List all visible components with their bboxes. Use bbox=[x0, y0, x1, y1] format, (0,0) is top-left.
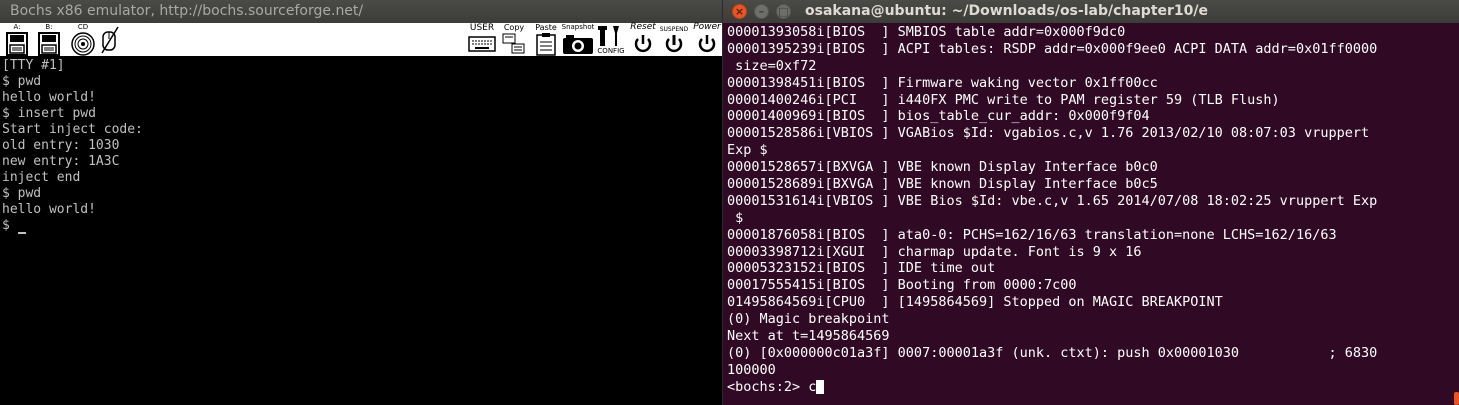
mouse-icon bbox=[101, 26, 119, 54]
cdrom-button[interactable]: CD bbox=[68, 23, 98, 56]
terminal-cursor bbox=[816, 379, 825, 394]
power-button[interactable]: Power bbox=[692, 23, 722, 56]
paste-label: Paste bbox=[535, 23, 557, 32]
maximize-button[interactable]: □ bbox=[776, 4, 791, 19]
bochs-window: Bochs x86 emulator, http://bochs.sourcef… bbox=[0, 0, 722, 405]
terminal-line: 100000 bbox=[727, 361, 776, 378]
floppy-b-button[interactable]: B: bbox=[36, 23, 62, 56]
tty-line: hello world! bbox=[2, 202, 96, 217]
floppy-b-label: B: bbox=[45, 23, 53, 31]
tty-line: $ bbox=[2, 218, 143, 234]
maximize-icon: □ bbox=[778, 5, 789, 18]
terminal-log: 00001393058i[BIOS ] SMBIOS table addr=0x… bbox=[727, 24, 1459, 379]
floppy-a-button[interactable]: A: bbox=[4, 23, 30, 56]
floppy-a-label: A: bbox=[13, 23, 21, 31]
tty-console[interactable]: [TTY #1] $ pwd hello world! $ insert pwd Sta… bbox=[2, 58, 143, 234]
terminal-line: 00001528657i[BXVGA ] VBE known Display I… bbox=[727, 159, 1158, 176]
terminal-line: Next at t=1495864569 bbox=[727, 328, 890, 345]
tty-cursor bbox=[17, 232, 26, 234]
cdrom-label: CD bbox=[77, 23, 89, 31]
config-button[interactable]: CONFIG bbox=[596, 23, 626, 56]
user-button[interactable]: USER bbox=[467, 23, 497, 56]
copy-label: Copy bbox=[503, 23, 525, 32]
keyboard-icon bbox=[468, 36, 496, 52]
terminal-window: × – □ osakana@ubuntu: ~/Downloads/os-lab… bbox=[723, 0, 1459, 405]
terminal-prompt-line[interactable]: <bochs:2> c bbox=[727, 379, 1459, 396]
close-icon: × bbox=[734, 5, 745, 18]
close-button[interactable]: × bbox=[732, 4, 747, 19]
bochs-titlebar[interactable]: Bochs x86 emulator, http://bochs.sourcef… bbox=[0, 0, 722, 23]
user-label: USER bbox=[469, 23, 495, 33]
terminal-scrollbar[interactable] bbox=[1454, 392, 1459, 405]
paste-icon bbox=[536, 33, 556, 56]
tty-line: $ pwd bbox=[2, 74, 42, 89]
snapshot-button[interactable]: Snapshot bbox=[561, 23, 595, 56]
emulator-screen[interactable]: [TTY #1] $ pwd hello world! $ insert pwd Sta… bbox=[0, 58, 722, 405]
terminal-line: 00001400246i[PCI ] i440FX PMC write to P… bbox=[727, 91, 1280, 108]
copy-icon bbox=[502, 33, 525, 54]
terminal-line: $ bbox=[727, 209, 744, 226]
floppy-a-icon bbox=[6, 32, 28, 56]
terminal-line: 00001876058i[BIOS ] ata0-0: PCHS=162/16/… bbox=[727, 226, 1337, 243]
terminal-line: 00001398451i[BIOS ] Firmware waking vect… bbox=[727, 74, 1158, 91]
minimize-button[interactable]: – bbox=[754, 4, 769, 19]
tty-line: [TTY #1] bbox=[2, 58, 65, 73]
terminal-line: 00005323152i[BIOS ] IDE time out bbox=[727, 260, 996, 277]
terminal-line: (0) Magic breakpoint bbox=[727, 311, 890, 328]
copy-button[interactable]: Copy bbox=[501, 23, 527, 56]
snapshot-label: Snapshot bbox=[561, 23, 595, 31]
mouse-capture-button[interactable] bbox=[100, 23, 120, 56]
power-label: Power bbox=[693, 22, 721, 32]
terminal-line: 01495864569i[CPU0 ] [1495864569] Stopped… bbox=[727, 294, 1223, 311]
terminal-line: 00001528689i[BXVGA ] VBE known Display I… bbox=[727, 176, 1158, 193]
reset-icon bbox=[634, 35, 652, 53]
reset-label: Reset bbox=[630, 22, 656, 32]
cdrom-icon bbox=[71, 32, 95, 56]
terminal-line: 00001531614i[VBIOS ] VBE Bios $Id: vbe.c… bbox=[727, 192, 1378, 209]
terminal-titlebar[interactable]: × – □ osakana@ubuntu: ~/Downloads/os-lab… bbox=[723, 0, 1459, 23]
terminal-line: 00001393058i[BIOS ] SMBIOS table addr=0x… bbox=[727, 24, 1126, 40]
terminal-line: 00017555415i[BIOS ] Booting from 0000:7c… bbox=[727, 277, 1077, 294]
terminal-line: 00001395239i[BIOS ] ACPI tables: RSDP ad… bbox=[727, 40, 1378, 57]
terminal-title: osakana@ubuntu: ~/Downloads/os-lab/chapt… bbox=[805, 3, 1208, 19]
terminal-line: 00003398712i[XGUI ] charmap update. Font… bbox=[727, 243, 1142, 260]
config-label: CONFIG bbox=[597, 47, 625, 55]
paste-button[interactable]: Paste bbox=[533, 23, 559, 56]
bochs-title: Bochs x86 emulator, http://bochs.sourcef… bbox=[10, 3, 364, 19]
suspend-label: SUSPEND bbox=[659, 26, 689, 33]
tty-line: Start inject code: bbox=[2, 122, 143, 137]
terminal-line: size=0xf72 bbox=[727, 57, 817, 74]
minimize-icon: – bbox=[758, 5, 765, 18]
terminal-line: Exp $ bbox=[727, 142, 768, 159]
terminal-line: 00001528586i[VBIOS ] VGABios $Id: vgabio… bbox=[727, 125, 1370, 142]
power-icon bbox=[698, 35, 716, 53]
suspend-button[interactable]: SUSPEND bbox=[656, 23, 692, 56]
tools-icon bbox=[598, 26, 619, 46]
tty-line: hello world! bbox=[2, 90, 96, 105]
tty-line: $ insert pwd bbox=[2, 106, 96, 121]
terminal-output[interactable]: 00001393058i[BIOS ] SMBIOS table addr=0x… bbox=[727, 24, 1459, 405]
suspend-icon bbox=[665, 35, 683, 53]
terminal-line: (0) [0x000000c01a3f] 0007:00001a3f (unk.… bbox=[727, 344, 1378, 361]
reset-button[interactable]: Reset bbox=[628, 23, 658, 56]
tty-line: $ pwd bbox=[2, 186, 42, 201]
terminal-line: 00001400969i[BIOS ] bios_table_cur_addr:… bbox=[727, 108, 1150, 125]
bochs-toolbar: A: B: CD USER Copy Paste Snapshot CONFIG… bbox=[0, 23, 722, 57]
camera-icon bbox=[563, 35, 593, 54]
tty-line: new entry: 1A3C bbox=[2, 154, 120, 169]
terminal-prompt: <bochs:2> c bbox=[727, 378, 817, 395]
floppy-b-icon bbox=[38, 32, 60, 56]
tty-line: inject end bbox=[2, 170, 81, 185]
tty-line: old entry: 1030 bbox=[2, 138, 120, 153]
